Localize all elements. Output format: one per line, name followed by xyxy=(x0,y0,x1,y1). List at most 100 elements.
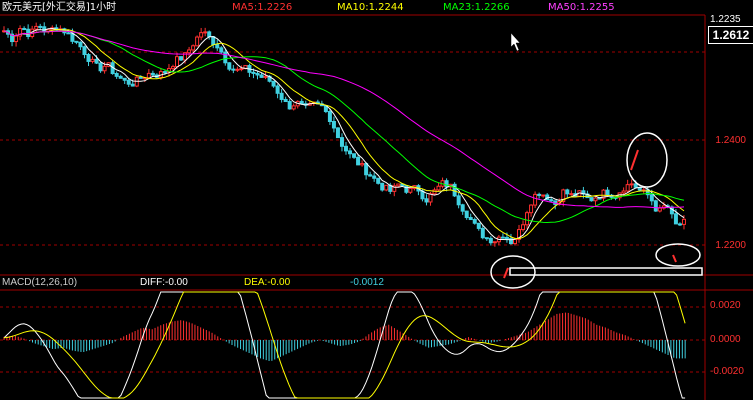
candle-body xyxy=(384,184,389,191)
ma5-label: MA5:1.2226 xyxy=(232,2,293,13)
candle-body xyxy=(74,40,79,43)
candle-body xyxy=(126,79,131,85)
candle-body xyxy=(211,36,216,46)
annotation-circle xyxy=(655,243,701,267)
price-tick-label: 1.2400 xyxy=(715,135,746,146)
candle-body xyxy=(380,182,385,191)
candle-body xyxy=(681,218,686,225)
candle-body xyxy=(673,213,678,225)
candle-body xyxy=(404,185,409,193)
candle-body xyxy=(344,145,348,152)
candle-body xyxy=(263,75,268,78)
candle-body xyxy=(275,85,280,94)
candle-body xyxy=(533,193,538,206)
candle-body xyxy=(649,194,654,202)
macd-dea: DEA:-0.00 xyxy=(244,277,291,288)
candle-body xyxy=(279,92,284,100)
ma10-line xyxy=(3,29,685,240)
annotation-circle xyxy=(626,132,668,188)
candle-body xyxy=(368,174,373,177)
candlestick-chart xyxy=(0,14,753,400)
candle-body xyxy=(327,111,332,122)
annotation-box xyxy=(509,267,703,276)
macd-name: MACD(12,26,10) xyxy=(2,277,78,288)
candle-body xyxy=(472,219,477,224)
ma5-line xyxy=(3,27,685,241)
candle-body xyxy=(22,28,27,31)
candle-body xyxy=(150,72,155,76)
candle-body xyxy=(376,177,381,184)
candle-body xyxy=(653,200,658,212)
candle-body xyxy=(480,227,485,239)
candle-body xyxy=(460,204,465,212)
candle-body xyxy=(38,25,43,28)
candle-body xyxy=(352,153,357,158)
candle-body xyxy=(102,65,107,72)
annotation-circle xyxy=(490,255,536,289)
macd-tick-label: 0.0020 xyxy=(710,300,741,311)
candle-body xyxy=(677,223,682,226)
candle-body xyxy=(90,58,95,62)
candle-body xyxy=(432,189,437,195)
ma50-label: MA50:1.2255 xyxy=(548,2,615,13)
candle-body xyxy=(191,45,196,51)
candle-body xyxy=(26,28,31,37)
candle-body xyxy=(565,189,570,195)
candle-body xyxy=(504,236,509,240)
candle-body xyxy=(223,51,228,64)
price-tick-label: 1.2200 xyxy=(715,240,746,251)
candle-body xyxy=(287,101,292,110)
candle-body xyxy=(299,100,304,105)
chart-title: 欧元美元[外汇交易]1小时 xyxy=(2,2,117,13)
candle-body xyxy=(231,68,236,71)
candle-body xyxy=(549,199,554,202)
candle-body xyxy=(605,189,610,196)
candle-body xyxy=(130,83,135,87)
macd-diff: DIFF:-0.00 xyxy=(140,277,188,288)
ma23-label: MA23:1.2266 xyxy=(443,2,510,13)
candle-body xyxy=(98,62,103,72)
candle-body xyxy=(283,98,288,103)
candle-body xyxy=(187,49,192,54)
candle-body xyxy=(529,204,534,214)
macd-tick-label: 0.0000 xyxy=(710,334,741,345)
candle-body xyxy=(541,194,546,197)
candle-body xyxy=(335,127,340,139)
candle-body xyxy=(259,74,264,78)
candle-body xyxy=(215,44,220,49)
candle-body xyxy=(625,184,630,192)
candle-body xyxy=(70,32,75,42)
candle-body xyxy=(179,56,184,61)
candle-body xyxy=(170,66,175,70)
candle-body xyxy=(82,46,87,56)
candle-body xyxy=(207,31,212,38)
candle-body xyxy=(239,68,244,71)
candle-body xyxy=(251,71,256,74)
candle-body xyxy=(271,80,276,87)
candle-body xyxy=(146,72,151,79)
macd-tick-label: -0.0020 xyxy=(710,366,744,377)
candle-body xyxy=(78,41,83,48)
candle-body xyxy=(255,72,260,76)
candle-body xyxy=(512,238,517,245)
candle-body xyxy=(356,156,361,166)
candle-body xyxy=(537,193,542,196)
candle-body xyxy=(114,73,119,77)
annotation-mark xyxy=(503,267,509,279)
candle-body xyxy=(633,183,638,188)
candle-body xyxy=(468,217,473,221)
candle-body xyxy=(408,187,413,193)
candle-body xyxy=(122,77,127,81)
candle-body xyxy=(589,197,594,202)
annotation-mark xyxy=(672,254,677,263)
candle-body xyxy=(118,75,123,79)
candle-body xyxy=(569,193,574,196)
candle-body xyxy=(424,198,429,203)
candle-body xyxy=(331,120,336,129)
candle-body xyxy=(360,163,365,166)
candle-body xyxy=(195,36,200,47)
candle-body xyxy=(348,150,353,155)
current-price-box: 1.2612 xyxy=(708,26,753,44)
candle-body xyxy=(203,31,208,34)
candle-body xyxy=(138,76,143,79)
